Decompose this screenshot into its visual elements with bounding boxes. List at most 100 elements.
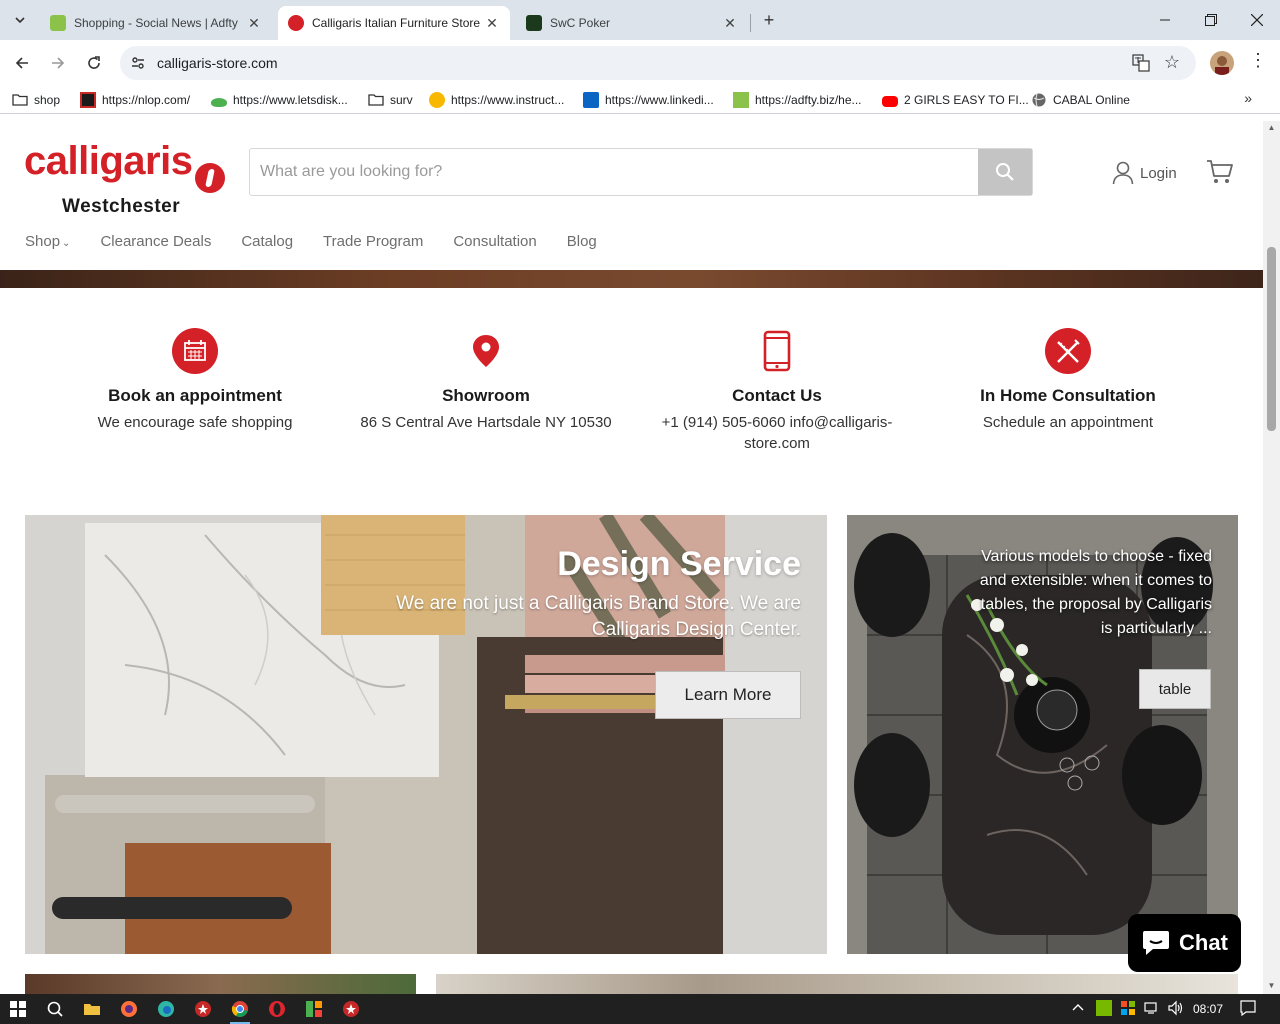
new-tab-button[interactable]: +	[758, 9, 780, 31]
volume-icon[interactable]	[1167, 1000, 1183, 1019]
bookmark-star-icon[interactable]: ☆	[1164, 52, 1180, 73]
feature-contact-us[interactable]: Contact Us +1 (914) 505-6060 info@callig…	[647, 328, 907, 454]
feature-book-appointment[interactable]: Book an appointment We encourage safe sh…	[65, 328, 325, 433]
globe-icon	[1032, 93, 1046, 107]
close-icon[interactable]: ✕	[722, 15, 738, 32]
bookmark-nlop[interactable]: https://nlop.com/	[80, 91, 190, 109]
phone-icon	[754, 328, 800, 374]
nlop-favicon-icon	[80, 92, 96, 108]
minimize-icon	[1160, 19, 1170, 21]
translate-icon[interactable]	[1132, 54, 1150, 72]
taskbar-edge[interactable]	[154, 997, 178, 1021]
taskbar-chrome[interactable]	[228, 997, 252, 1024]
login-label: Login	[1140, 164, 1177, 182]
network-icon[interactable]	[1144, 1000, 1160, 1019]
tab-swc-poker[interactable]: SwC Poker ✕	[516, 6, 748, 40]
nav-catalog[interactable]: Catalog	[241, 233, 293, 250]
table-button[interactable]: table	[1139, 669, 1211, 709]
nav-consultation[interactable]: Consultation	[453, 233, 536, 250]
instructables-favicon-icon	[429, 92, 445, 108]
banner-title: Design Service	[557, 545, 801, 583]
close-window-button[interactable]	[1234, 0, 1280, 40]
site-search	[249, 148, 1033, 196]
calendar-icon	[172, 328, 218, 374]
feature-showroom[interactable]: Showroom 86 S Central Ave Hartsdale NY 1…	[356, 328, 616, 433]
tab-calligaris[interactable]: Calligaris Italian Furniture Store ✕	[278, 6, 510, 40]
chevron-down-icon	[15, 17, 25, 24]
chat-button[interactable]: Chat	[1128, 914, 1241, 972]
app-icon	[195, 1001, 211, 1017]
reload-button[interactable]	[80, 49, 108, 77]
tab-adfty[interactable]: Shopping - Social News | Adfty ✕	[40, 6, 272, 40]
security-tray-icon[interactable]	[1120, 1000, 1136, 1019]
page-scrollbar[interactable]: ▲ ▼	[1263, 121, 1280, 994]
design-service-banner: Design Service We are not just a Calliga…	[25, 515, 827, 954]
adfty-favicon-icon	[50, 15, 66, 31]
bookmarks-overflow-icon[interactable]: »	[1244, 90, 1252, 106]
site-settings-icon[interactable]	[130, 55, 146, 71]
main-navigation: Shop ⌄ Clearance Deals Catalog Trade Prog…	[25, 233, 627, 250]
next-banner-image	[436, 974, 1238, 994]
bookmark-shop[interactable]: shop	[12, 91, 60, 109]
search-button[interactable]	[978, 149, 1032, 195]
taskbar-app-red[interactable]	[191, 997, 215, 1021]
bookmark-surv[interactable]: surv	[368, 91, 413, 109]
nav-blog[interactable]: Blog	[567, 233, 597, 250]
edge-icon	[158, 1001, 174, 1017]
close-icon[interactable]: ✕	[246, 15, 262, 32]
nav-trade-program[interactable]: Trade Program	[323, 233, 423, 250]
feature-in-home-consultation[interactable]: In Home Consultation Schedule an appoint…	[938, 328, 1198, 433]
url-text[interactable]: calligaris-store.com	[157, 55, 278, 71]
calligaris-favicon-icon	[288, 15, 304, 31]
taskbar-firefox[interactable]	[117, 997, 141, 1021]
bookmark-label: shop	[34, 93, 61, 107]
cart-icon	[1207, 160, 1233, 183]
nvidia-tray-icon[interactable]	[1096, 1000, 1112, 1019]
cart-button[interactable]	[1206, 159, 1234, 190]
nav-clearance-deals[interactable]: Clearance Deals	[100, 233, 211, 250]
bookmark-label: https://www.instruct...	[451, 93, 565, 107]
bookmark-youtube[interactable]: 2 GIRLS EASY TO FI...	[882, 91, 1029, 109]
hero-image-strip	[0, 270, 1263, 288]
chat-label: Chat	[1179, 930, 1228, 955]
windows-logo-icon	[10, 1001, 26, 1017]
bookmark-letsdisk[interactable]: https://www.letsdisk...	[211, 91, 348, 109]
bookmark-instructables[interactable]: https://www.instruct...	[429, 91, 564, 109]
forward-button[interactable]	[44, 49, 72, 77]
tab-search-button[interactable]	[8, 8, 32, 32]
bookmark-adfty[interactable]: https://adfty.biz/he...	[733, 91, 862, 109]
scrollbar-thumb[interactable]	[1267, 247, 1276, 431]
login-link[interactable]: Login	[1112, 161, 1177, 185]
restore-button[interactable]	[1188, 0, 1234, 40]
taskbar-search-button[interactable]	[43, 997, 67, 1021]
learn-more-button[interactable]: Learn More	[655, 671, 801, 719]
nav-shop[interactable]: Shop ⌄	[25, 233, 70, 250]
bookmark-linkedin[interactable]: https://www.linkedi...	[583, 91, 714, 109]
profile-avatar[interactable]	[1210, 51, 1234, 75]
taskbar-app-grid[interactable]	[302, 997, 326, 1021]
app-icon	[306, 1001, 322, 1017]
back-button[interactable]	[8, 49, 36, 77]
chrome-icon	[231, 1001, 248, 1017]
taskbar-app-red-2[interactable]	[339, 997, 363, 1021]
taskbar-clock[interactable]: 08:07	[1193, 1002, 1223, 1016]
taskbar-opera[interactable]	[265, 997, 289, 1021]
taskbar-file-explorer[interactable]	[80, 997, 104, 1021]
firefox-icon	[121, 1001, 137, 1017]
start-button[interactable]	[6, 997, 30, 1021]
scroll-up-icon[interactable]: ▲	[1267, 123, 1276, 132]
chrome-menu-icon[interactable]: ⋮	[1248, 50, 1268, 74]
avatar-icon	[1215, 56, 1229, 75]
site-logo[interactable]: calligaris Westchester	[24, 139, 229, 217]
address-bar[interactable]: calligaris-store.com ☆	[120, 46, 1196, 80]
close-icon[interactable]: ✕	[484, 15, 500, 32]
minimize-button[interactable]	[1142, 0, 1188, 40]
folder-icon	[12, 94, 28, 106]
bookmark-label: CABAL Online	[1053, 93, 1130, 107]
scroll-down-icon[interactable]: ▼	[1267, 981, 1276, 990]
tray-overflow-icon[interactable]	[1072, 1001, 1084, 1015]
notifications-icon[interactable]	[1240, 1000, 1256, 1019]
search-input[interactable]	[250, 149, 980, 195]
bookmark-cabal[interactable]: CABAL Online	[1031, 91, 1130, 109]
user-icon	[1112, 161, 1134, 185]
